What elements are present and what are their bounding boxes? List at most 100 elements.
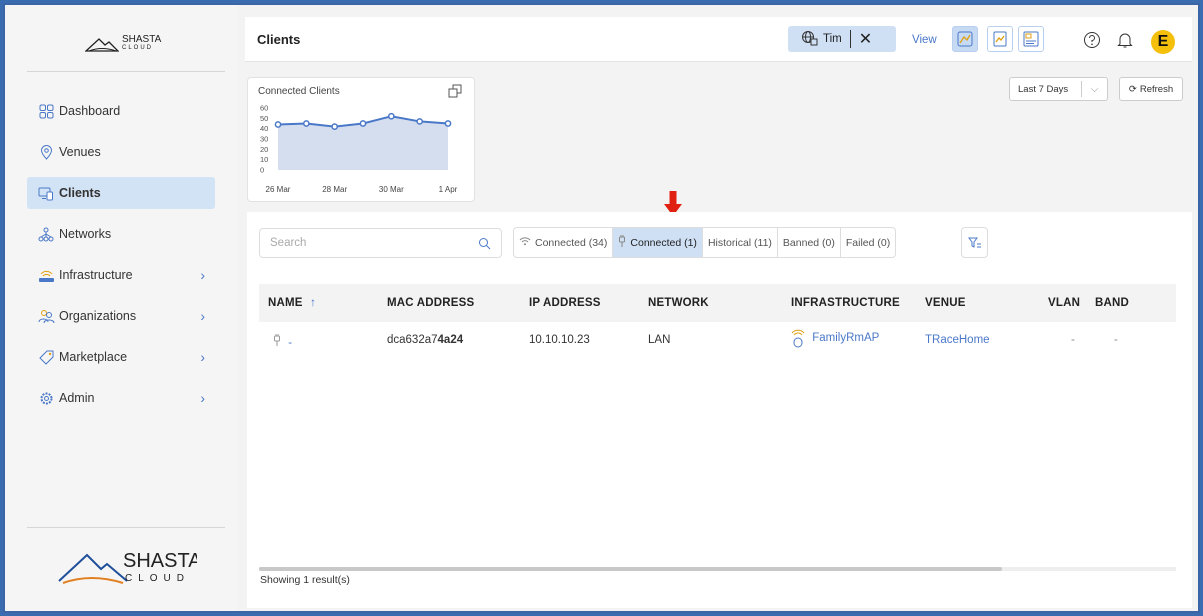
wifi-icon [519,236,531,249]
gear-icon [37,389,55,407]
ip-address-cell: 10.10.10.23 [529,334,590,346]
column-header-ip[interactable]: IP ADDRESS [529,297,601,309]
column-header-network[interactable]: NETWORK [648,297,709,309]
chevron-down-icon[interactable]: ⌵ [1081,81,1107,97]
app-window: SHASTA CLOUD Dashboard Venues Clients Ne… [3,3,1200,613]
tab-historical[interactable]: Historical (11) [703,228,778,257]
wired-plug-icon [618,235,626,250]
sidebar-item-label: Venues [59,145,101,159]
tab-label: Historical (11) [707,236,772,249]
search-input[interactable]: Search [259,228,502,258]
filter-icon [967,237,981,248]
sidebar-item-label: Dashboard [59,104,121,118]
report-view-icon [993,31,1007,47]
search-icon[interactable] [478,237,491,250]
refresh-icon: ⟳ [1128,83,1137,95]
column-header-band[interactable]: BAND [1095,297,1129,309]
date-range-select[interactable]: Last 7 Days ⌵ [1009,77,1108,101]
close-icon[interactable]: ✕ [859,29,872,49]
globe-network-icon [800,30,818,49]
client-filter-tabs: Connected (34) Connected (1) Historical … [513,227,897,258]
chevron-right-icon[interactable]: › [200,390,205,406]
brand-text: SHASTA CLOUD [122,34,162,52]
y-tick-label: 20 [260,145,268,154]
clients-icon [37,184,55,202]
user-chip-label: Tim [823,33,842,45]
chart-title: Connected Clients [258,86,340,97]
avatar[interactable]: E [1151,30,1175,54]
tag-icon [37,348,55,366]
y-tick-label: 50 [260,114,268,123]
tab-label: Connected (1) [630,236,697,249]
sidebar-item-venues[interactable]: Venues [27,136,215,168]
chevron-right-icon[interactable]: › [200,267,205,283]
view-label: View [912,34,937,46]
refresh-button[interactable]: ⟳ Refresh [1119,77,1183,101]
infrastructure-cell[interactable]: FamilyRmAP [791,328,879,348]
tab-banned[interactable]: Banned (0) [778,228,841,257]
column-header-vlan[interactable]: VLAN [1048,297,1080,309]
search-placeholder: Search [270,237,307,249]
top-header: Clients Tim ✕ View E [245,17,1192,62]
view-report-button[interactable] [987,26,1013,52]
column-header-name[interactable]: NAME ↑ [268,297,316,309]
band-cell: - [1114,334,1118,346]
wired-plug-icon [273,334,284,349]
network-icon [37,225,55,243]
venue-cell[interactable]: TRaceHome [925,334,990,346]
tab-connected-wired[interactable]: Connected (1) [613,228,703,257]
sidebar-item-dashboard[interactable]: Dashboard [27,95,215,127]
sidebar-divider-top [27,71,225,72]
tab-label: Failed (0) [845,236,891,249]
network-cell: LAN [648,334,671,346]
view-dashboard-button[interactable] [1018,26,1044,52]
y-tick-label: 60 [260,104,268,113]
user-context-chip[interactable]: Tim ✕ [788,26,896,52]
sidebar-item-networks[interactable]: Networks [27,218,215,250]
sidebar-item-marketplace[interactable]: Marketplace › [27,341,215,373]
chevron-right-icon[interactable]: › [200,308,205,324]
sort-arrow-icon[interactable]: ↑ [310,297,316,309]
mac-address-cell: dca632a74a24 [387,334,464,346]
refresh-label: Refresh [1139,83,1174,95]
page-title: Clients [257,32,301,47]
sidebar-item-clients[interactable]: Clients [27,177,215,209]
date-range-value: Last 7 Days [1018,83,1069,95]
chevron-right-icon[interactable]: › [200,349,205,365]
sidebar-item-label: Networks [59,227,112,241]
organization-icon [37,307,55,325]
sidebar-item-organizations[interactable]: Organizations › [27,300,215,332]
y-tick-label: 30 [260,135,268,144]
scrollbar-thumb[interactable] [259,567,1002,571]
tab-failed[interactable]: Failed (0) [841,228,895,257]
bell-icon[interactable] [1116,31,1134,49]
y-tick-label: 0 [260,166,264,175]
data-point [331,123,339,130]
tab-connected-wireless[interactable]: Connected (34) [514,228,614,257]
x-tick-label: 1 Apr [439,185,458,194]
results-count: Showing 1 result(s) [260,574,350,586]
expand-icon[interactable] [448,84,462,98]
data-point [274,121,282,128]
column-header-venue[interactable]: VENUE [925,297,966,309]
brand-logo-large: SHASTA CLOUD [57,547,202,587]
brand-logo[interactable]: SHASTA CLOUD [85,29,175,59]
filter-funnel-button[interactable] [961,227,988,258]
column-header-mac[interactable]: MAC ADDRESS [387,297,474,309]
x-tick-label: 28 Mar [322,185,347,194]
connected-clients-chart: 0 102030 405060 26 Mar 28 Mar 30 Mar 1 Apr [260,104,458,195]
table-row[interactable]: - dca632a74a24 10.10.10.23 LAN FamilyRmA… [259,322,1176,360]
data-point [387,112,395,120]
client-name-cell[interactable]: - [273,334,292,349]
sidebar-item-label: Infrastructure [59,268,133,282]
column-header-infrastructure[interactable]: INFRASTRUCTURE [791,297,900,309]
sidebar-item-infrastructure[interactable]: Infrastructure › [27,259,215,291]
view-map-button[interactable] [952,26,978,52]
dashboard-view-icon [1023,31,1039,47]
sidebar-item-admin[interactable]: Admin › [27,382,215,414]
svg-text:SHASTA: SHASTA [123,550,197,572]
horizontal-scrollbar[interactable] [259,567,1176,571]
help-icon[interactable] [1083,31,1101,49]
connected-clients-card: Connected Clients 0 10 20 30 40 50 60 26 Mar 28 … [247,77,475,202]
location-pin-icon [37,143,55,161]
